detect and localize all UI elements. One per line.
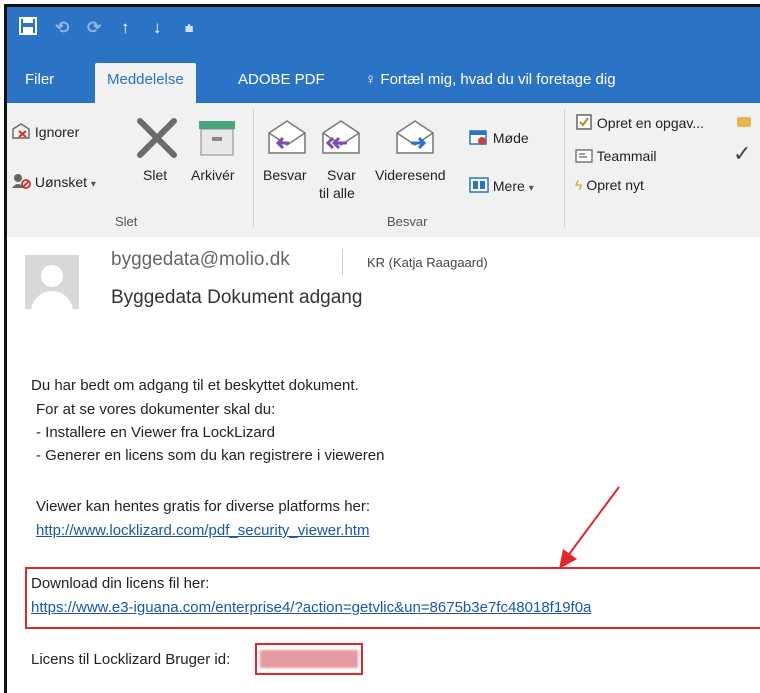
- outlook-window: ⟲ ⟳ ↑ ↓ ⩧ Filer Meddelelse ADOBE PDF ♀ F…: [4, 4, 760, 693]
- redacted-user-id: [260, 650, 358, 668]
- create-task-label: Opret en opgav...: [596, 115, 705, 131]
- forward-label: Videresend: [375, 167, 446, 183]
- highlight-box: [25, 567, 760, 629]
- ribbon: Ignorer Uønsket ▾ Slet Arkivér Slet Besv…: [7, 103, 760, 238]
- quick-steps-gallery-icon[interactable]: ✓: [733, 111, 759, 171]
- ignore-icon: [12, 123, 30, 139]
- body-line: For at se vores dokumenter skal du:: [36, 401, 276, 418]
- forward-icon: [396, 120, 434, 154]
- tab-adobe-pdf[interactable]: ADOBE PDF: [238, 71, 325, 88]
- group-divider: [564, 109, 565, 227]
- task-icon: [576, 114, 592, 130]
- tab-meddelelse[interactable]: Meddelelse: [95, 63, 196, 103]
- message-subject: Byggedata Dokument adgang: [111, 287, 363, 308]
- reply-label: Besvar: [263, 167, 307, 183]
- forward-button[interactable]: Videresend: [373, 113, 455, 193]
- archive-icon: [199, 121, 235, 156]
- reply-all-button[interactable]: Svar til alle: [315, 113, 371, 203]
- group-label-besvar: Besvar: [387, 214, 428, 229]
- dropdown-arrow-icon: ▾: [528, 183, 534, 194]
- reply-button[interactable]: Besvar: [259, 113, 315, 203]
- meeting-icon: [469, 130, 487, 145]
- team-mail-label: Teammail: [596, 148, 657, 164]
- lightbulb-icon: ♀: [365, 71, 377, 88]
- redo-icon[interactable]: ⟳: [87, 17, 101, 39]
- junk-label: Uønsket: [34, 174, 88, 190]
- quick-access-toolbar: ⟲ ⟳ ↑ ↓ ⩧: [7, 7, 760, 57]
- junk-icon: [12, 174, 31, 189]
- tab-filer[interactable]: Filer: [25, 71, 54, 88]
- undo-icon[interactable]: ⟲: [55, 17, 69, 39]
- team-mail-icon: [575, 149, 593, 163]
- quickstep-team-mail[interactable]: Teammail: [575, 148, 657, 164]
- more-label: Mere: [492, 178, 525, 194]
- arrow-down-icon[interactable]: ↓: [153, 17, 162, 39]
- reply-all-label-1: Svar: [327, 167, 356, 183]
- more-button[interactable]: Mere ▾: [469, 177, 534, 194]
- customize-icon[interactable]: ⩧: [185, 17, 193, 39]
- viewer-download-link[interactable]: http://www.locklizard.com/pdf_security_v…: [36, 522, 369, 539]
- quickstep-create-task[interactable]: Opret en opgav...: [575, 113, 704, 131]
- reply-all-icon: [322, 120, 360, 154]
- meeting-button[interactable]: Møde: [469, 129, 529, 146]
- delete-button[interactable]: Slet: [127, 113, 187, 193]
- body-line: - Generer en licens som du kan registrer…: [36, 447, 385, 464]
- dropdown-arrow-icon: ▾: [90, 179, 96, 190]
- tell-me-label: Fortæl mig, hvad du vil foretage dig: [380, 71, 616, 88]
- arrow-up-icon[interactable]: ↑: [121, 17, 130, 39]
- reply-all-label-2: til alle: [319, 185, 355, 201]
- ignore-label: Ignorer: [34, 124, 80, 140]
- header-divider: [342, 249, 343, 275]
- body-line: Du har bedt om adgang til et beskyttet d…: [31, 377, 359, 394]
- reply-icon: [268, 120, 306, 154]
- body-line: Licens til Locklizard Bruger id:: [31, 651, 231, 668]
- quickstep-create-new[interactable]: ϟ Opret nyt: [575, 177, 644, 193]
- ribbon-tabs: Filer Meddelelse ADOBE PDF ♀ Fortæl mig,…: [7, 57, 760, 103]
- meeting-label: Møde: [492, 130, 529, 146]
- save-icon[interactable]: [19, 17, 37, 41]
- more-icon: [469, 177, 489, 193]
- archive-button[interactable]: Arkivér: [185, 113, 245, 193]
- tell-me-box[interactable]: ♀ Fortæl mig, hvad du vil foretage dig: [365, 71, 616, 88]
- junk-button[interactable]: Uønsket ▾: [11, 173, 96, 190]
- annotation-arrow-icon: [559, 486, 620, 569]
- body-line: Viewer kan hentes gratis for diverse pla…: [36, 498, 371, 515]
- create-new-label: Opret nyt: [586, 177, 644, 193]
- lightning-icon: ϟ: [575, 177, 583, 193]
- message-header: byggedata@molio.dk KR (Katja Raagaard) B…: [7, 237, 760, 327]
- delete-x-icon: [137, 118, 177, 158]
- archive-label: Arkivér: [191, 167, 235, 183]
- recipient-name[interactable]: KR (Katja Raagaard): [367, 255, 488, 270]
- ignore-button[interactable]: Ignorer: [11, 123, 79, 140]
- group-divider: [253, 109, 254, 227]
- body-line: - Installere en Viewer fra LockLizard: [36, 424, 276, 441]
- delete-label: Slet: [143, 167, 168, 183]
- avatar: [25, 255, 79, 309]
- sender-address[interactable]: byggedata@molio.dk: [111, 249, 290, 271]
- group-label-slet: Slet: [115, 214, 138, 229]
